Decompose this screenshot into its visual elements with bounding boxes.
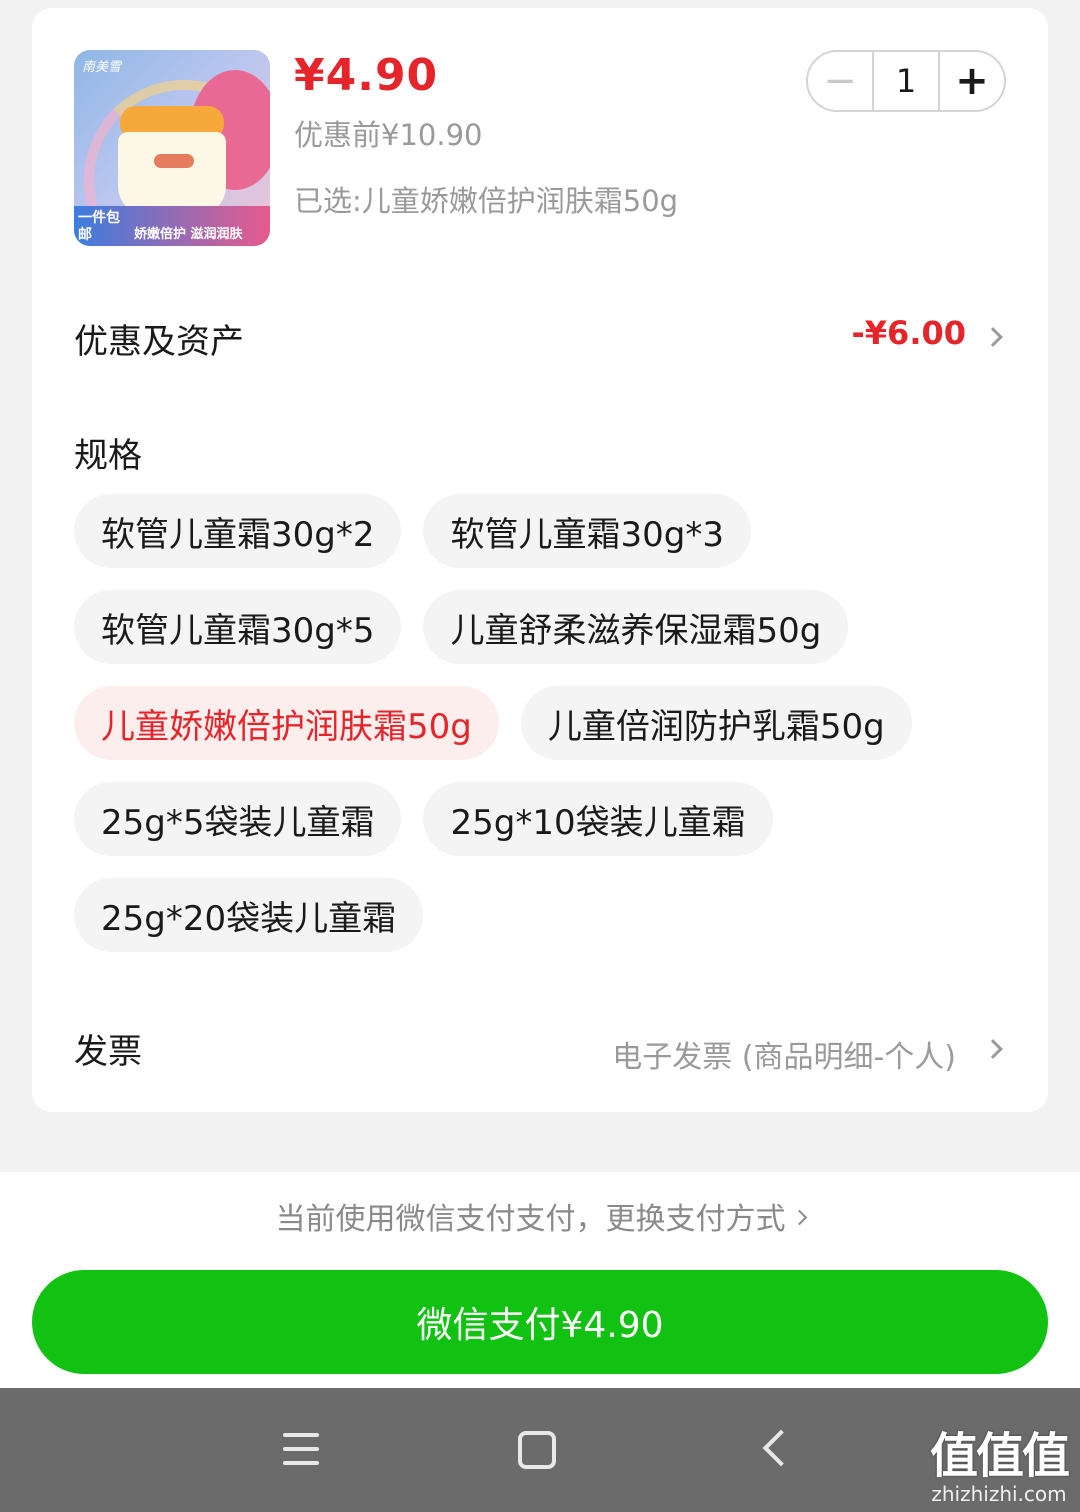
back-icon[interactable] <box>762 1429 800 1467</box>
spec-row: 25g*20袋装儿童霜 <box>74 878 1014 952</box>
menu-icon[interactable] <box>283 1433 319 1475</box>
invoice-label[interactable]: 发票 <box>74 1024 142 1073</box>
payment-bar: 当前使用微信支付支付，更换支付方式 微信支付¥4.90 <box>0 1172 1080 1388</box>
spec-label: 规格 <box>74 436 142 476</box>
spec-option[interactable]: 儿童舒柔滋养保湿霜50g <box>423 590 849 664</box>
jar-body <box>118 132 226 216</box>
spec-option[interactable]: 25g*5袋装儿童霜 <box>74 782 402 856</box>
invoice-value[interactable]: 电子发票 (商品明细-个人) <box>612 1032 956 1076</box>
current-price: ¥4.90 <box>294 50 439 101</box>
payment-method-link[interactable]: 当前使用微信支付支付，更换支付方式 <box>0 1194 1080 1238</box>
discount-value[interactable]: -¥6.00 <box>852 314 967 352</box>
product-image[interactable]: 南美雪 一件包邮 娇嫩倍护 滋润润肤 <box>74 50 270 246</box>
spec-option[interactable]: 软管儿童霜30g*3 <box>423 494 751 568</box>
quantity-input[interactable]: 1 <box>872 52 940 110</box>
wechat-pay-button[interactable]: 微信支付¥4.90 <box>32 1270 1048 1374</box>
spec-option[interactable]: 儿童倍润防护乳霜50g <box>520 686 912 760</box>
chevron-right-icon[interactable] <box>983 327 1003 347</box>
spec-option-selected[interactable]: 儿童娇嫩倍护润肤霜50g <box>74 686 499 760</box>
chevron-right-icon <box>791 1209 807 1226</box>
watermark-text: 值值值 <box>929 1428 1070 1484</box>
decrease-button[interactable]: − <box>808 52 872 110</box>
spec-option[interactable]: 25g*20袋装儿童霜 <box>74 878 424 952</box>
free-shipping-badge: 一件包邮 <box>78 210 120 243</box>
system-nav-bar <box>0 1388 1080 1512</box>
selected-spec-text: 已选:儿童娇嫩倍护润肤霜50g <box>294 184 679 218</box>
discount-label[interactable]: 优惠及资产 <box>74 314 244 363</box>
watermark-url: zhizhizhi.com <box>931 1482 1067 1506</box>
spec-row: 儿童娇嫩倍护润肤霜50g 儿童倍润防护乳霜50g <box>74 686 1014 760</box>
jar-logo <box>154 154 194 168</box>
watermark-logo: 值值值 zhizhizhi.com <box>929 1428 1070 1506</box>
payment-method-text: 当前使用微信支付支付，更换支付方式 <box>275 1202 786 1237</box>
spec-row: 软管儿童霜30g*5 儿童舒柔滋养保湿霜50g <box>74 590 1014 664</box>
spec-options: 软管儿童霜30g*2 软管儿童霜30g*3 软管儿童霜30g*5 儿童舒柔滋养保… <box>74 494 1014 974</box>
increase-button[interactable]: + <box>940 52 1004 110</box>
product-slogan: 娇嫩倍护 滋润润肤 <box>134 227 243 242</box>
spec-row: 软管儿童霜30g*2 软管儿童霜30g*3 <box>74 494 1014 568</box>
quantity-stepper: − 1 + <box>806 50 1006 112</box>
order-card: 南美雪 一件包邮 娇嫩倍护 滋润润肤 ¥4.90 优惠前¥10.90 已选:儿童… <box>32 8 1048 1112</box>
spec-option[interactable]: 软管儿童霜30g*5 <box>74 590 402 664</box>
home-icon[interactable] <box>518 1431 556 1469</box>
spec-option[interactable]: 25g*10袋装儿童霜 <box>423 782 773 856</box>
original-price: 优惠前¥10.90 <box>294 118 483 152</box>
chevron-right-icon[interactable] <box>983 1039 1003 1059</box>
product-brand-logo: 南美雪 <box>82 60 122 75</box>
spec-option[interactable]: 软管儿童霜30g*2 <box>74 494 402 568</box>
spec-row: 25g*5袋装儿童霜 25g*10袋装儿童霜 <box>74 782 1014 856</box>
